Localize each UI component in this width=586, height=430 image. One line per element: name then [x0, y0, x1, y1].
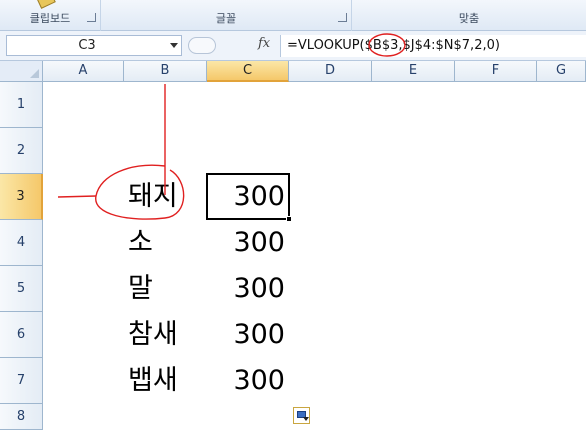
- row-header-5[interactable]: 5: [0, 266, 43, 312]
- row-header-4[interactable]: 4: [0, 220, 43, 266]
- ribbon-group-font: 글꼴: [101, 0, 352, 31]
- cell-b3[interactable]: 돼지: [128, 183, 178, 210]
- formula-bar-splitter[interactable]: [188, 37, 254, 54]
- chevron-down-icon[interactable]: [170, 43, 178, 48]
- cell-c4[interactable]: 300: [205, 229, 285, 256]
- row-header-6[interactable]: 6: [0, 312, 43, 358]
- insert-function-button[interactable]: fx: [258, 36, 270, 51]
- formula-input[interactable]: =VLOOKUP($B$3,$J$4:$N$7,2,0): [280, 35, 586, 57]
- cell-c5[interactable]: 300: [205, 275, 285, 302]
- cell-b4[interactable]: 소: [128, 229, 153, 256]
- dialog-launcher-icon[interactable]: [87, 13, 96, 22]
- cell-c6[interactable]: 300: [205, 321, 285, 348]
- row-header-7[interactable]: 7: [0, 358, 43, 404]
- select-all-button[interactable]: [0, 61, 43, 82]
- splitter-grip-icon[interactable]: [188, 37, 216, 54]
- select-all-icon: [30, 69, 39, 78]
- formula-text: =VLOOKUP($B$3,$J$4:$N$7,2,0): [287, 38, 500, 53]
- chevron-down-icon: [303, 417, 309, 421]
- auto-fill-options-button[interactable]: [293, 407, 310, 424]
- paste-icon[interactable]: [36, 0, 56, 9]
- row-header-3[interactable]: 3: [0, 174, 43, 220]
- active-cell-border: [206, 173, 290, 220]
- ribbon-group-alignment: 맞춤: [352, 0, 586, 31]
- cell-b5[interactable]: 말: [128, 275, 153, 302]
- ribbon-group-label: 클립보드: [29, 12, 71, 25]
- name-box[interactable]: C3: [6, 35, 182, 56]
- cell-c7[interactable]: 300: [205, 367, 285, 394]
- ribbon-group-label: 맞춤: [458, 12, 480, 25]
- column-header-e[interactable]: E: [372, 61, 455, 82]
- dialog-launcher-icon[interactable]: [338, 13, 347, 22]
- column-header-d[interactable]: D: [289, 61, 372, 82]
- column-header-c[interactable]: C: [207, 61, 289, 82]
- formula-bar: C3 fx =VLOOKUP($B$3,$J$4:$N$7,2,0): [0, 31, 586, 61]
- annotation-horizontal-line: [57, 195, 97, 198]
- column-header-a[interactable]: A: [43, 61, 124, 82]
- row-header-2[interactable]: 2: [0, 128, 43, 174]
- row-header-8[interactable]: 8: [0, 404, 43, 430]
- fill-handle[interactable]: [286, 216, 292, 222]
- name-box-value: C3: [78, 38, 96, 53]
- column-header-g[interactable]: G: [537, 61, 586, 82]
- column-header-b[interactable]: B: [124, 61, 207, 82]
- ribbon-group-bar: 클립보드 글꼴 맞춤: [0, 0, 586, 31]
- row-header-1[interactable]: 1: [0, 82, 43, 128]
- cell-b6[interactable]: 참새: [128, 321, 178, 348]
- ribbon-group-label: 글꼴: [215, 12, 237, 25]
- column-header-f[interactable]: F: [455, 61, 537, 82]
- ribbon-group-clipboard: 클립보드: [0, 0, 101, 31]
- cell-b7[interactable]: 뱁새: [128, 367, 178, 394]
